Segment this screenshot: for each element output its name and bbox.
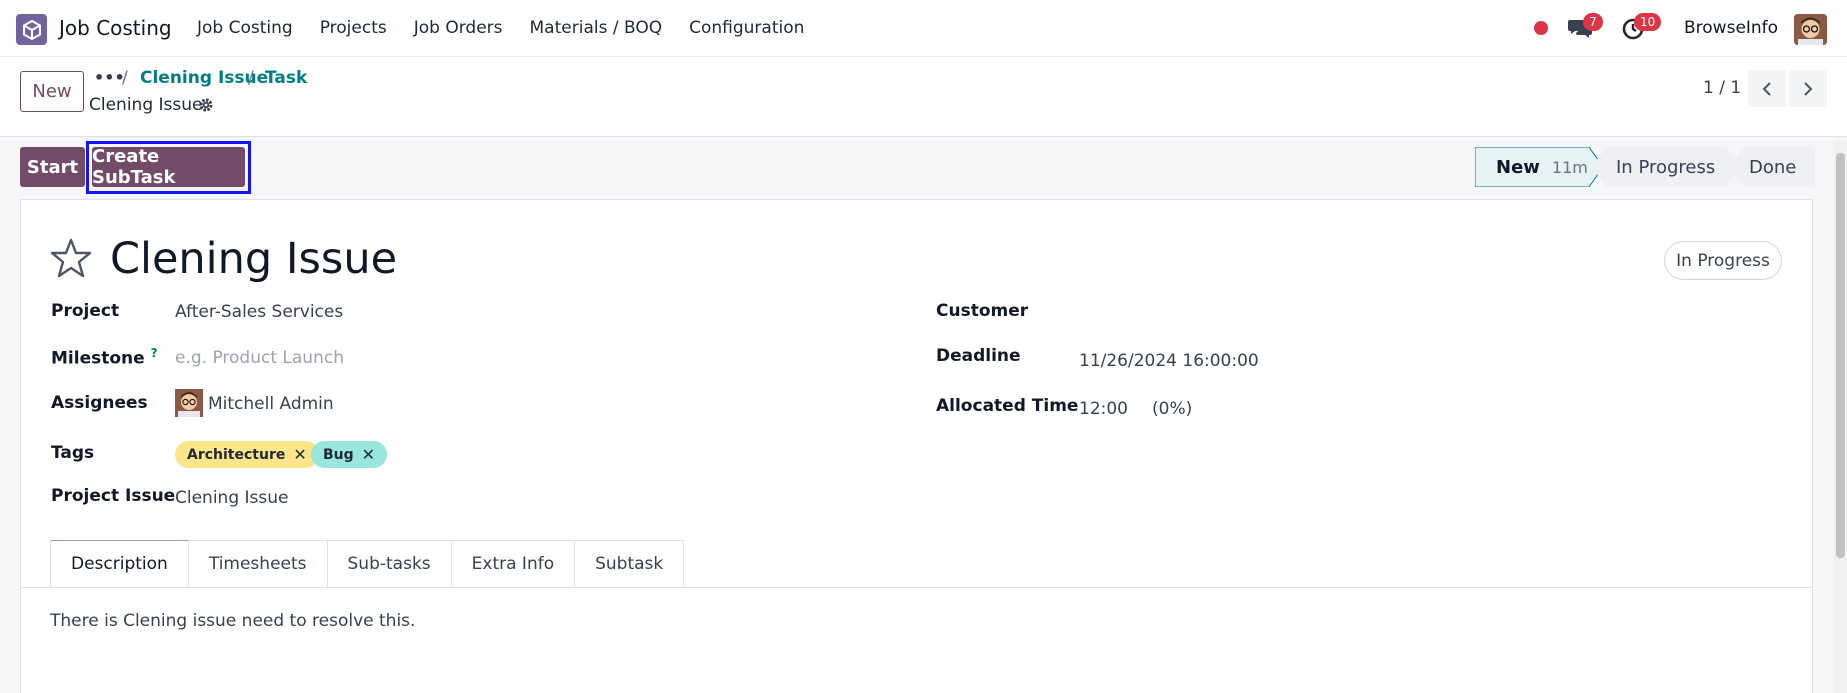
chevron-right-icon — [1804, 81, 1813, 96]
kanban-state-badge[interactable]: In Progress — [1664, 241, 1782, 280]
customer-field[interactable] — [1079, 302, 1579, 324]
tag-bug: Bug ✕ — [311, 441, 388, 468]
breadcrumb-separator: / — [248, 68, 254, 88]
stage-new-label: New — [1496, 156, 1540, 178]
pager-next-button[interactable] — [1789, 70, 1827, 107]
top-navbar: Job Costing Job Costing Projects Job Ord… — [0, 0, 1847, 57]
breadcrumb-more[interactable]: ••• — [94, 68, 125, 87]
breadcrumb-task[interactable]: Task — [265, 68, 307, 88]
stage-done[interactable]: Done — [1749, 147, 1796, 187]
tag-bug-label: Bug — [323, 446, 354, 463]
menu-item-job-orders[interactable]: Job Orders — [414, 18, 503, 38]
tab-divider — [20, 587, 1813, 588]
customer-label: Customer — [936, 301, 1029, 321]
breadcrumb-separator: / — [122, 68, 128, 88]
tag-architecture-label: Architecture — [187, 446, 286, 463]
allocated-time-label: Allocated Time — [936, 396, 1079, 416]
record-title: Clening Issue — [89, 95, 203, 115]
app-logo-icon[interactable] — [16, 14, 47, 45]
scrollbar-thumb[interactable] — [1836, 153, 1845, 558]
milestone-field[interactable]: e.g. Product Launch — [175, 348, 344, 368]
menu-item-projects[interactable]: Projects — [320, 18, 387, 38]
description-text[interactable]: There is Clening issue need to resolve t… — [50, 611, 415, 631]
tags-label: Tags — [51, 443, 95, 463]
assignee-name[interactable]: Mitchell Admin — [208, 394, 334, 414]
project-issue-field[interactable]: Clening Issue — [175, 488, 288, 508]
task-title[interactable]: Clening Issue — [110, 234, 397, 284]
stage-new-duration: 11m — [1551, 157, 1588, 177]
tag-architecture: Architecture ✕ — [175, 441, 319, 468]
project-issue-label: Project Issue — [51, 486, 176, 506]
menu-item-configuration[interactable]: Configuration — [689, 18, 804, 38]
project-label: Project — [51, 301, 120, 321]
star-icon[interactable] — [50, 238, 92, 278]
messages-badge: 7 — [1583, 13, 1603, 31]
notebook-tabs: Description Timesheets Sub-tasks Extra I… — [50, 540, 685, 588]
deadline-label: Deadline — [936, 346, 1021, 366]
milestone-help-icon[interactable]: ? — [151, 346, 158, 360]
allocated-time-field[interactable]: 12:00 — [1079, 399, 1128, 419]
stage-in-progress[interactable]: In Progress — [1616, 147, 1715, 187]
deadline-field[interactable]: 11/26/2024 16:00:00 — [1079, 351, 1259, 371]
stage-new[interactable]: New 11m — [1496, 147, 1588, 187]
allocated-time-percentage: (0%) — [1152, 399, 1193, 419]
milestone-label-text: Milestone — [51, 348, 145, 369]
chevron-left-icon — [1762, 81, 1771, 96]
tab-description[interactable]: Description — [50, 540, 189, 588]
gear-icon[interactable] — [198, 97, 214, 113]
app-name[interactable]: Job Costing — [59, 16, 172, 40]
tab-subtask[interactable]: Subtask — [575, 540, 685, 588]
activities-badge: 10 — [1634, 13, 1662, 31]
tab-timesheets[interactable]: Timesheets — [188, 540, 328, 588]
stage-done-label: Done — [1749, 156, 1797, 178]
user-name[interactable]: BrowseInfo — [1684, 18, 1778, 38]
tab-extra-info[interactable]: Extra Info — [451, 540, 576, 588]
tab-sub-tasks[interactable]: Sub-tasks — [327, 540, 452, 588]
stage-in-progress-label: In Progress — [1616, 156, 1716, 178]
new-button[interactable]: New — [20, 71, 84, 112]
remove-tag-icon[interactable]: ✕ — [293, 445, 306, 464]
assignees-label: Assignees — [51, 393, 148, 413]
main-menu: Job Costing Projects Job Orders Material… — [197, 18, 831, 38]
user-avatar[interactable] — [1794, 14, 1827, 45]
menu-item-materials-boq[interactable]: Materials / BOQ — [530, 18, 663, 38]
highlight-box — [86, 141, 251, 194]
menu-item-job-costing[interactable]: Job Costing — [197, 18, 293, 38]
status-dot-icon[interactable] — [1534, 21, 1548, 35]
start-button[interactable]: Start — [20, 147, 85, 187]
milestone-label: Milestone ? — [51, 346, 158, 369]
pager-previous-button[interactable] — [1748, 70, 1786, 107]
project-field[interactable]: After-Sales Services — [175, 302, 343, 322]
pager-value[interactable]: 1 / 1 — [1703, 78, 1741, 98]
remove-tag-icon[interactable]: ✕ — [362, 445, 375, 464]
assignee-avatar — [175, 389, 203, 417]
